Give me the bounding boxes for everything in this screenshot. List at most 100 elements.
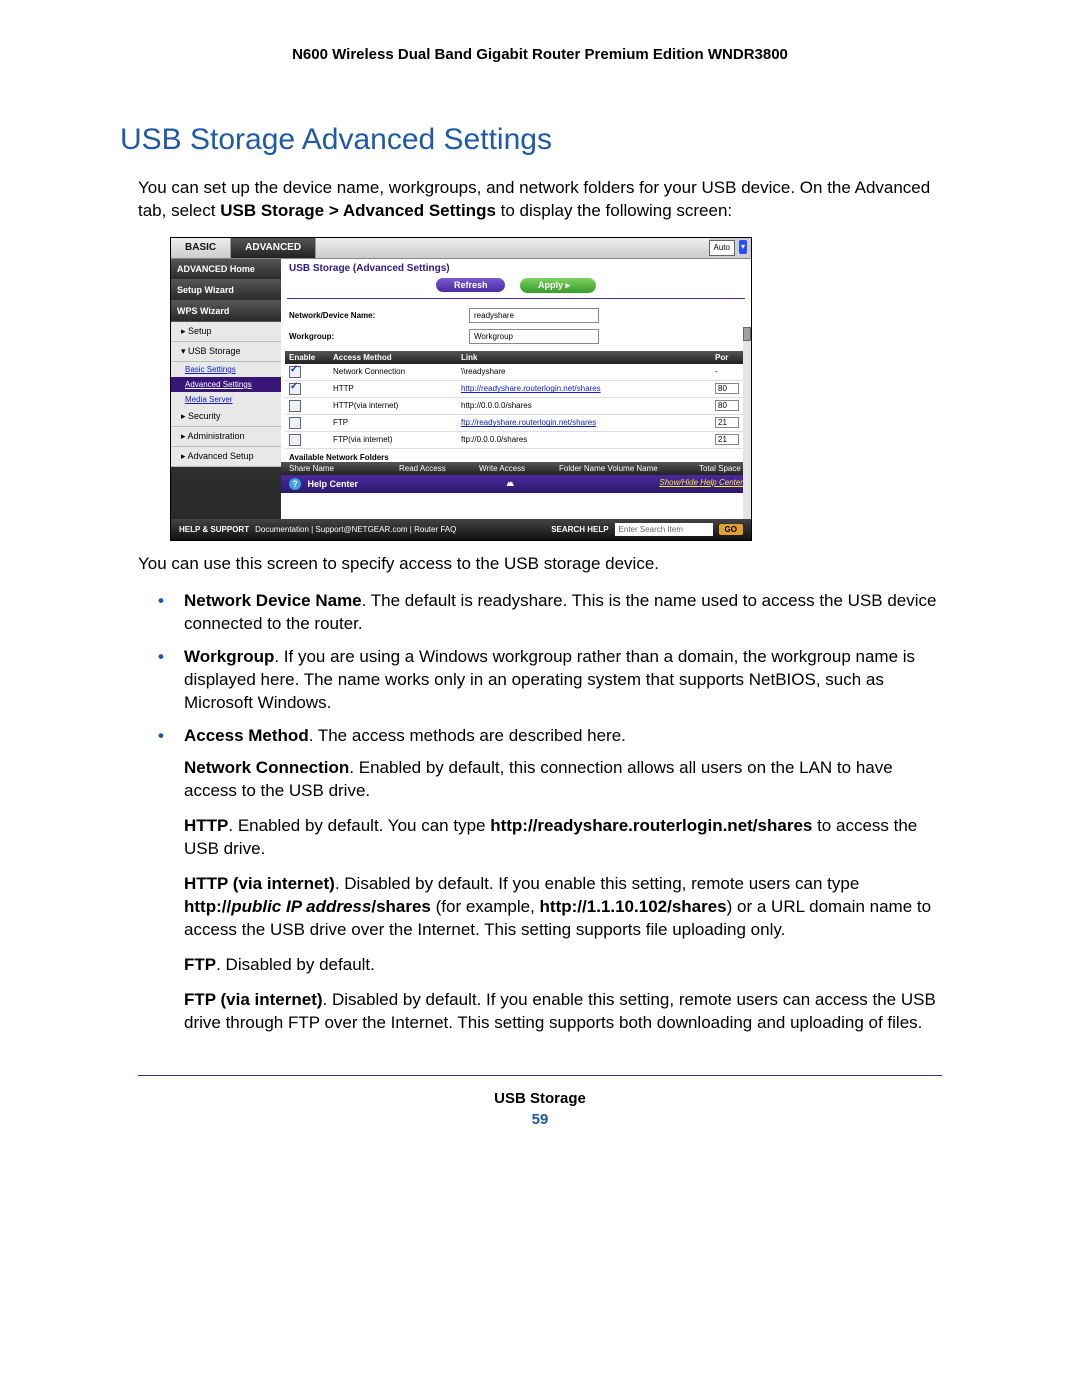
bullet-access-method: • Access Method. The access methods are …: [158, 725, 942, 748]
enable-checkbox[interactable]: [289, 383, 301, 395]
sidebar-advanced-home[interactable]: ADVANCED Home: [171, 259, 281, 280]
th-share-name: Share Name: [289, 464, 379, 473]
section-title: USB Storage Advanced Settings: [120, 123, 960, 157]
enable-checkbox[interactable]: [289, 400, 301, 412]
bullet-label: Network Device Name: [184, 591, 362, 610]
table-row: FTP ftp://readyshare.routerlogin.net/sha…: [285, 414, 747, 431]
cell-link[interactable]: ftp://readyshare.routerlogin.net/shares: [461, 418, 596, 427]
device-name-label: Network/Device Name:: [289, 311, 469, 320]
sub-http-via-internet: HTTP (via internet). Disabled by default…: [184, 873, 942, 942]
sub-text: . Disabled by default.: [216, 955, 375, 974]
sub-label: Network Connection: [184, 758, 349, 777]
footer-section-label: USB Storage: [120, 1090, 960, 1107]
tab-basic[interactable]: BASIC: [171, 238, 231, 258]
sidebar-media-server[interactable]: Media Server: [171, 392, 281, 407]
footer-rule: [138, 1075, 942, 1076]
help-center-bar: ? Help Center ▴▴▴ Show/Hide Help Center: [281, 475, 751, 493]
show-hide-help-link[interactable]: Show/Hide Help Center: [659, 478, 743, 490]
sub-url: http://readyshare.routerlogin.net/shares: [490, 816, 812, 835]
cell-link: ftp://0.0.0.0/shares: [457, 431, 711, 448]
bullet-label: Access Method: [184, 726, 309, 745]
bullet-icon: •: [158, 725, 184, 748]
sub-label: FTP: [184, 955, 216, 974]
sub-network-connection: Network Connection. Enabled by default, …: [184, 757, 942, 803]
th-port: Por: [711, 351, 747, 364]
help-icon: ?: [289, 478, 301, 490]
cell-link[interactable]: http://readyshare.routerlogin.net/shares: [461, 384, 601, 393]
bullet-network-device-name: • Network Device Name. The default is re…: [158, 590, 942, 636]
folder-table-header: Share Name Read Access Write Access Fold…: [281, 462, 751, 475]
table-row: HTTP http://readyshare.routerlogin.net/s…: [285, 380, 747, 397]
table-row: Network Connection \\readyshare -: [285, 364, 747, 381]
sub-url-italic: public IP address: [231, 897, 371, 916]
sidebar-administration[interactable]: ▸ Administration: [171, 427, 281, 447]
after-screenshot-text: You can use this screen to specify acces…: [138, 553, 942, 576]
page-number: 59: [120, 1111, 960, 1128]
sub-label: HTTP (via internet): [184, 874, 335, 893]
cell-method: HTTP: [329, 380, 457, 397]
enable-checkbox[interactable]: [289, 366, 301, 378]
device-name-input[interactable]: readyshare: [469, 308, 599, 323]
sidebar-usb-storage[interactable]: ▾ USB Storage: [171, 342, 281, 362]
th-write-access: Write Access: [479, 464, 539, 473]
th-method: Access Method: [329, 351, 457, 364]
sub-url-suffix: /shares: [371, 897, 431, 916]
intro-text-2: to display the following screen:: [496, 201, 732, 220]
port-input[interactable]: 80: [715, 383, 739, 394]
tab-advanced[interactable]: ADVANCED: [231, 238, 316, 258]
table-row: FTP(via internet) ftp://0.0.0.0/shares 2…: [285, 431, 747, 448]
workgroup-input[interactable]: Workgroup: [469, 329, 599, 344]
refresh-button[interactable]: Refresh: [436, 278, 506, 292]
sub-http: HTTP. Enabled by default. You can type h…: [184, 815, 942, 861]
auto-selector[interactable]: Auto: [709, 240, 735, 256]
help-support-label: HELP & SUPPORT: [179, 525, 249, 534]
sidebar-advanced-settings[interactable]: Advanced Settings: [171, 377, 281, 392]
bullet-workgroup: • Workgroup. If you are using a Windows …: [158, 646, 942, 715]
cell-method: FTP: [329, 414, 457, 431]
ss-content: USB Storage (Advanced Settings) Refresh …: [281, 259, 751, 519]
port-input[interactable]: 21: [715, 417, 739, 428]
th-enable: Enable: [285, 351, 329, 364]
ss-footer: HELP & SUPPORT Documentation | Support@N…: [171, 519, 751, 540]
go-button[interactable]: GO: [719, 524, 743, 535]
sidebar-setup[interactable]: ▸ Setup: [171, 322, 281, 342]
bullet-text: . If you are using a Windows workgroup r…: [184, 647, 915, 712]
language-dropdown-icon[interactable]: ▾: [739, 240, 747, 254]
th-folder-name: Folder Name Volume Name: [559, 464, 679, 473]
cell-link: \\readyshare: [457, 364, 711, 381]
intro-paragraph: You can set up the device name, workgrou…: [138, 177, 942, 223]
sidebar-setup-wizard[interactable]: Setup Wizard: [171, 280, 281, 301]
sub-label: HTTP: [184, 816, 228, 835]
enable-checkbox[interactable]: [289, 434, 301, 446]
scrollbar-thumb[interactable]: [743, 327, 751, 341]
collapse-arrow-icon[interactable]: ▴▴▴: [506, 478, 511, 490]
help-center-label: Help Center: [308, 479, 359, 489]
ss-sidebar: ADVANCED Home Setup Wizard WPS Wizard ▸ …: [171, 259, 281, 519]
sub-label: FTP (via internet): [184, 990, 323, 1009]
sub-text: . Enabled by default. You can type: [228, 816, 490, 835]
document-header: N600 Wireless Dual Band Gigabit Router P…: [120, 46, 960, 63]
apply-button[interactable]: Apply ▸: [520, 278, 596, 293]
sub-text: . Disabled by default. If you enable thi…: [335, 874, 859, 893]
port-input[interactable]: 21: [715, 434, 739, 445]
search-input[interactable]: Enter Search Item: [615, 523, 713, 536]
content-scrollbar[interactable]: [743, 327, 751, 519]
available-folders-label: Available Network Folders: [281, 449, 751, 462]
sub-example: http://1.1.10.102/shares: [540, 897, 727, 916]
sidebar-advanced-setup[interactable]: ▸ Advanced Setup: [171, 447, 281, 467]
intro-bold-path: USB Storage > Advanced Settings: [220, 201, 496, 220]
workgroup-label: Workgroup:: [289, 332, 469, 341]
th-link: Link: [457, 351, 711, 364]
cell-link: http://0.0.0.0/shares: [457, 397, 711, 414]
tab-spacer: [316, 238, 708, 258]
sidebar-security[interactable]: ▸ Security: [171, 407, 281, 427]
th-read-access: Read Access: [399, 464, 459, 473]
port-input[interactable]: 80: [715, 400, 739, 411]
sidebar-wps-wizard[interactable]: WPS Wizard: [171, 301, 281, 322]
sidebar-basic-settings[interactable]: Basic Settings: [171, 362, 281, 377]
enable-checkbox[interactable]: [289, 417, 301, 429]
bullet-icon: •: [158, 590, 184, 636]
bullet-text: . The access methods are described here.: [309, 726, 626, 745]
support-links[interactable]: Documentation | Support@NETGEAR.com | Ro…: [255, 525, 456, 534]
ss-tabbar: BASIC ADVANCED Auto ▾: [171, 238, 751, 259]
